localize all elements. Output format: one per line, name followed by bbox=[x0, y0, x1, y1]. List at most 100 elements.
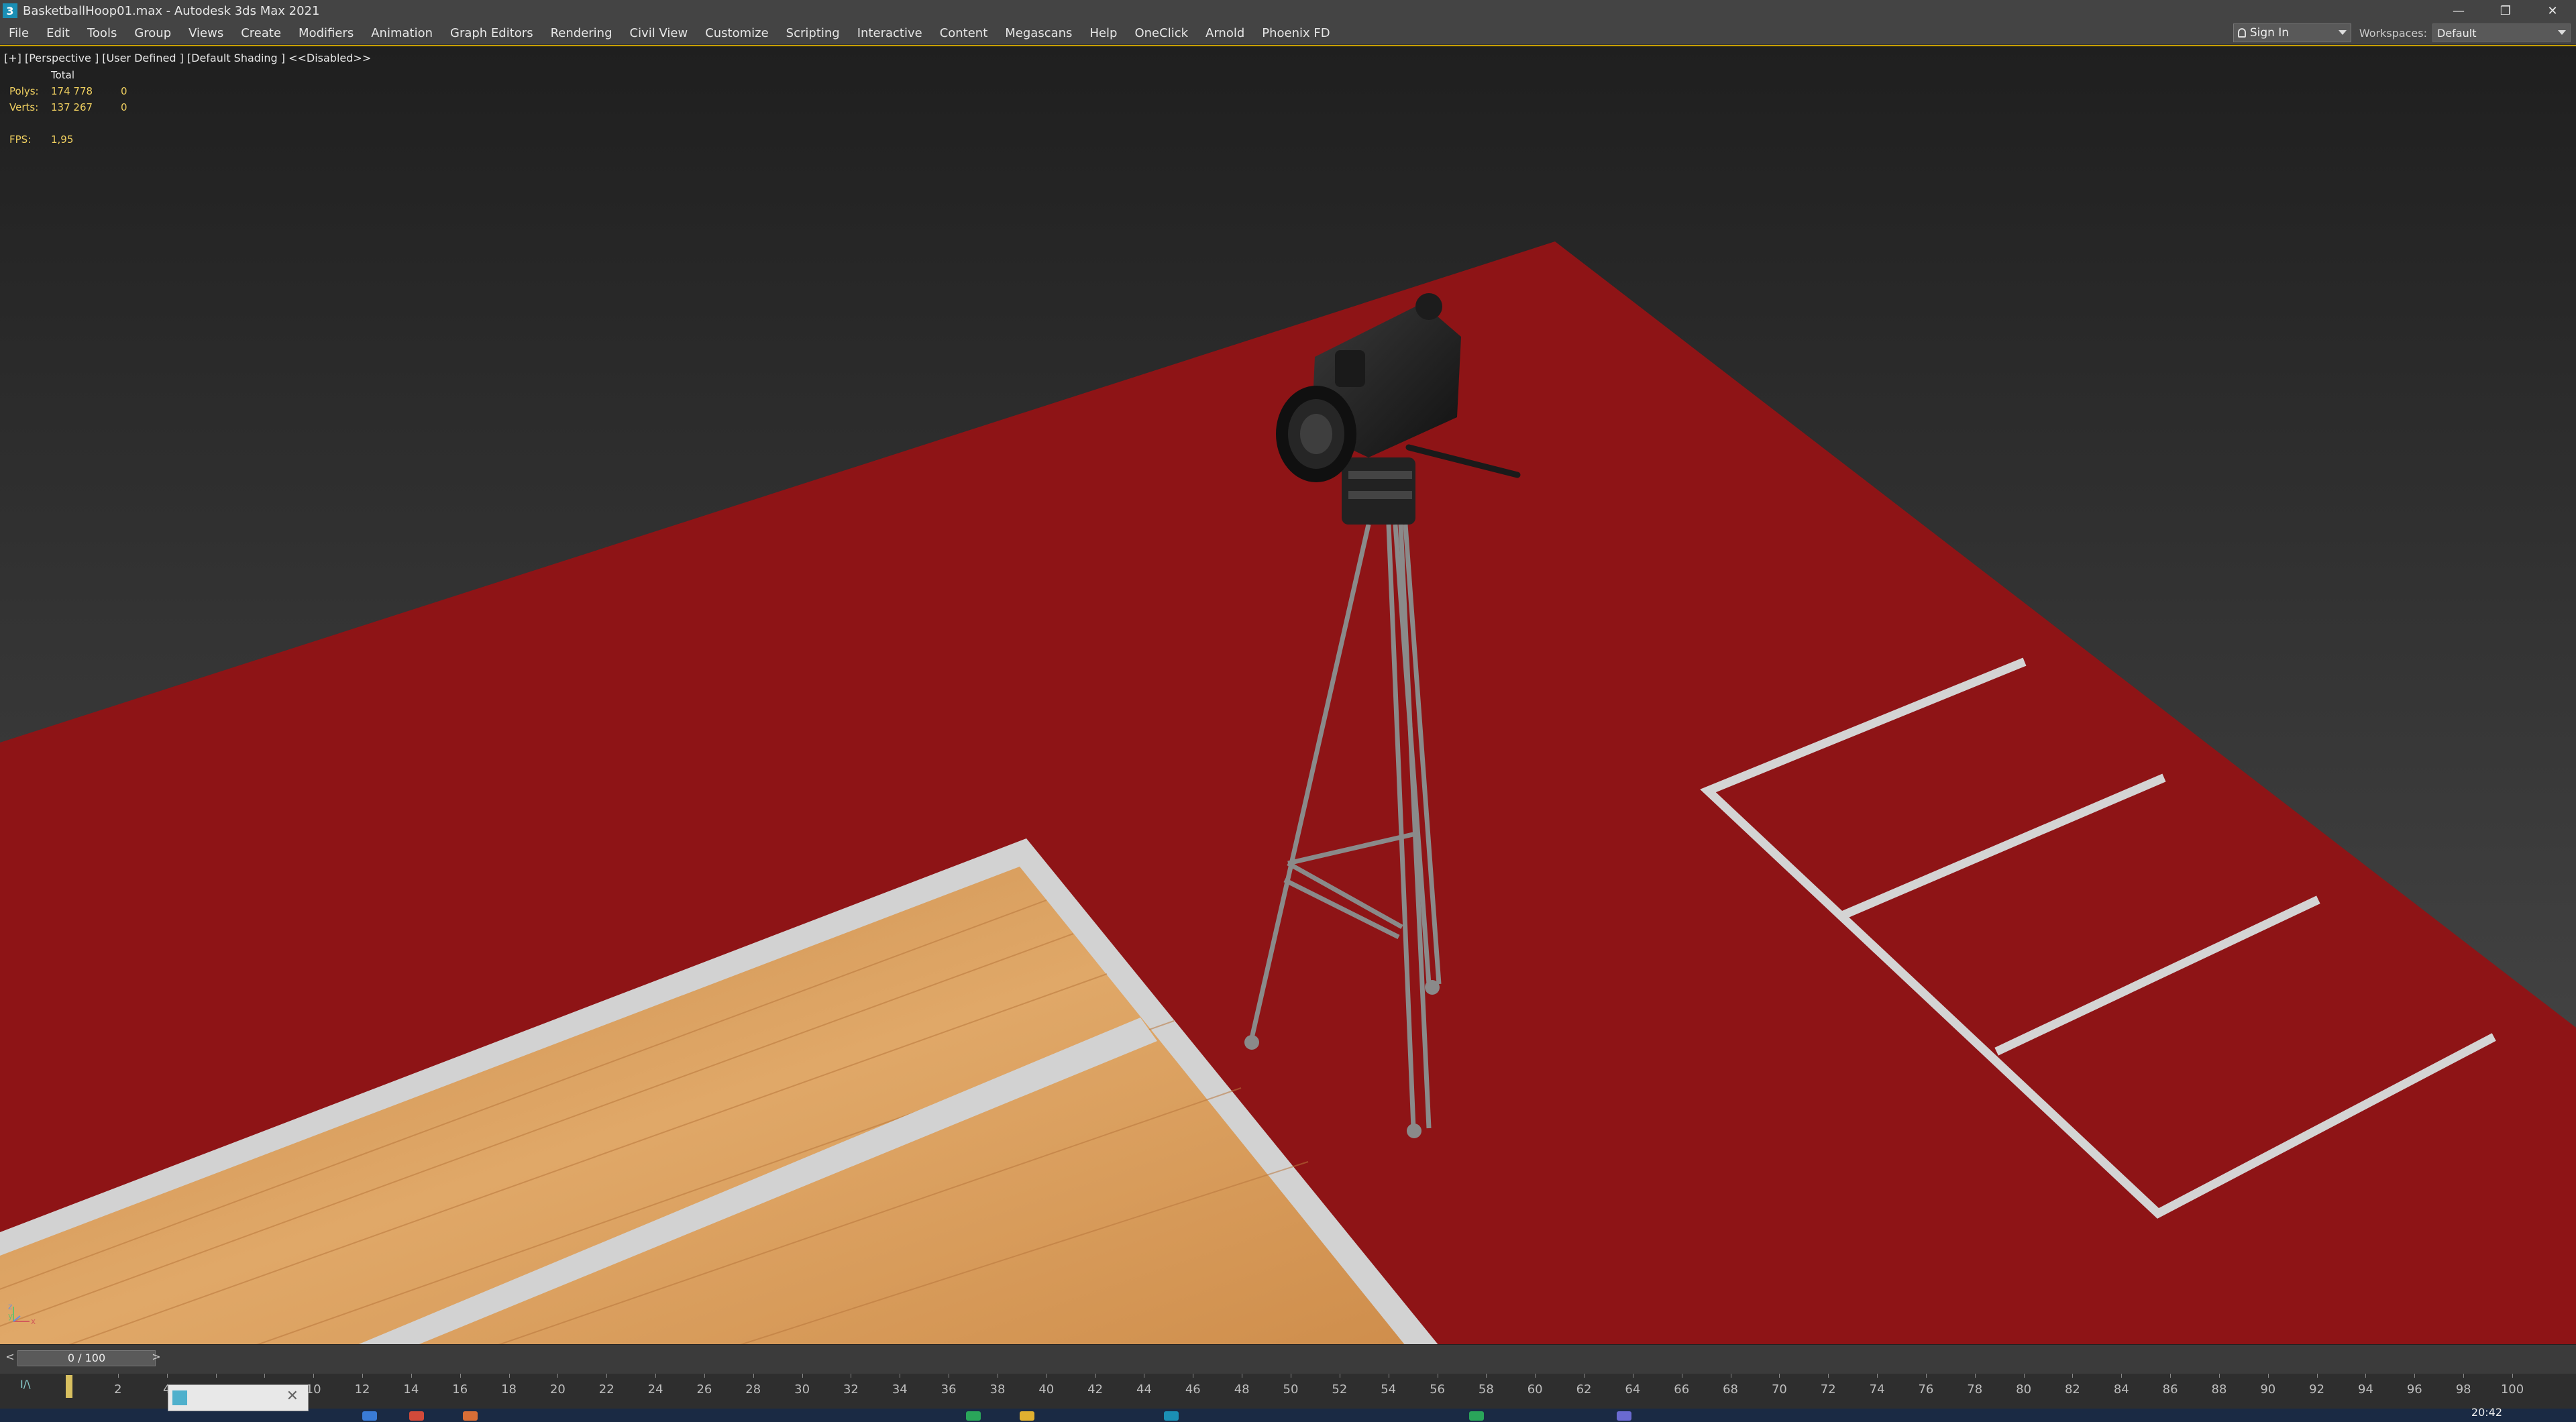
menu-file[interactable]: File bbox=[0, 26, 38, 40]
timeline-tick bbox=[1877, 1374, 1878, 1378]
stats-header: Total bbox=[51, 69, 75, 81]
menu-animation[interactable]: Animation bbox=[362, 26, 441, 40]
menu-group[interactable]: Group bbox=[125, 26, 180, 40]
timeline-tick bbox=[557, 1374, 559, 1378]
time-cursor[interactable] bbox=[66, 1375, 72, 1398]
app-thumbnail-icon bbox=[172, 1390, 187, 1405]
timeline-tick bbox=[2121, 1374, 2123, 1378]
timeline-tick-label: 92 bbox=[2309, 1382, 2325, 1397]
menu-modifiers[interactable]: Modifiers bbox=[290, 26, 362, 40]
taskbar-app-icon[interactable] bbox=[1020, 1411, 1034, 1421]
timeline-tick-label: 30 bbox=[794, 1382, 810, 1397]
sign-in-dropdown[interactable]: Sign In bbox=[2233, 23, 2351, 42]
menu-scripting[interactable]: Scripting bbox=[777, 26, 849, 40]
time-slider[interactable]: 0 / 100 bbox=[17, 1350, 156, 1366]
key-mode-toggle[interactable]: I/\ bbox=[20, 1378, 31, 1390]
timeline-tick bbox=[1974, 1374, 1976, 1378]
scene-render[interactable] bbox=[0, 46, 2576, 1344]
menu-phoenix-fd[interactable]: Phoenix FD bbox=[1253, 26, 1338, 40]
timeline-tick bbox=[362, 1374, 364, 1378]
timeline-tick bbox=[215, 1374, 217, 1378]
timeline-tick-label: 96 bbox=[2406, 1382, 2422, 1397]
menu-bar: File Edit Tools Group Views Create Modif… bbox=[0, 21, 2576, 45]
menu-rendering[interactable]: Rendering bbox=[542, 26, 621, 40]
perspective-viewport[interactable]: [+] [Perspective ] [User Defined ] [Defa… bbox=[0, 45, 2576, 1344]
timeline-tick-label: 84 bbox=[2113, 1382, 2129, 1397]
restore-button[interactable]: ❐ bbox=[2482, 0, 2529, 21]
timeline-tick-label: 20 bbox=[549, 1382, 566, 1397]
timeline-tick-label: 24 bbox=[647, 1382, 663, 1397]
timeline-tick-label: 42 bbox=[1087, 1382, 1104, 1397]
menu-tools[interactable]: Tools bbox=[78, 26, 125, 40]
menu-customize[interactable]: Customize bbox=[696, 26, 777, 40]
menu-edit[interactable]: Edit bbox=[38, 26, 78, 40]
timeline-tick bbox=[460, 1374, 461, 1378]
timeline-tick-label: 56 bbox=[1430, 1382, 1445, 1397]
taskbar-app-icon[interactable] bbox=[1469, 1411, 1484, 1421]
taskbar-preview[interactable]: ✕ bbox=[168, 1384, 309, 1411]
timeline-tick-label: 48 bbox=[1234, 1382, 1250, 1397]
timeline-tick-label: 98 bbox=[2455, 1382, 2471, 1397]
timeline-tick-label: 52 bbox=[1332, 1382, 1348, 1397]
fps-value: 1,95 bbox=[51, 133, 74, 146]
menu-graph-editors[interactable]: Graph Editors bbox=[441, 26, 542, 40]
taskbar-3dsmax-icon[interactable] bbox=[1164, 1411, 1179, 1421]
minimize-button[interactable]: — bbox=[2435, 0, 2482, 21]
timeline-tick bbox=[1046, 1374, 1047, 1378]
app-logo-icon[interactable]: 3 bbox=[3, 3, 17, 18]
timeline-tick-label: 74 bbox=[1869, 1382, 1885, 1397]
time-slider-bar: < 0 / 100 > bbox=[0, 1344, 2576, 1374]
polys-label: Polys: bbox=[9, 85, 39, 97]
next-frame-button[interactable]: > bbox=[150, 1350, 162, 1365]
axis-z-label: z bbox=[8, 1302, 12, 1311]
taskbar-app-icon[interactable] bbox=[1617, 1411, 1631, 1421]
menu-content[interactable]: Content bbox=[931, 26, 997, 40]
timeline-tick bbox=[1486, 1374, 1487, 1378]
timeline-tick bbox=[753, 1374, 754, 1378]
timeline-tick bbox=[1095, 1374, 1096, 1378]
timeline-tick bbox=[2414, 1374, 2416, 1378]
verts-label: Verts: bbox=[9, 101, 39, 113]
stats-verts-row: Verts: 137 267 0 bbox=[9, 101, 127, 113]
timeline-tick bbox=[704, 1374, 705, 1378]
menu-oneclick[interactable]: OneClick bbox=[1126, 26, 1197, 40]
timeline-tick bbox=[2218, 1374, 2220, 1378]
close-icon[interactable]: ✕ bbox=[286, 1388, 299, 1405]
workspace-select[interactable]: Default bbox=[2432, 23, 2571, 42]
timeline-tick bbox=[655, 1374, 657, 1378]
timeline-tick bbox=[2316, 1374, 2318, 1378]
axis-gizmo: z y x bbox=[8, 1302, 36, 1326]
chevron-down-icon bbox=[2338, 30, 2347, 35]
timeline-tick-label: 34 bbox=[892, 1382, 908, 1397]
timeline-tick bbox=[1925, 1374, 1927, 1378]
menu-arnold[interactable]: Arnold bbox=[1197, 26, 1253, 40]
track-bar[interactable]: 2468101214161820222426283032343638404244… bbox=[0, 1374, 2576, 1409]
timeline-tick bbox=[1779, 1374, 1780, 1378]
menu-civil-view[interactable]: Civil View bbox=[621, 26, 697, 40]
menu-interactive[interactable]: Interactive bbox=[849, 26, 931, 40]
taskbar-app-icon[interactable] bbox=[966, 1411, 981, 1421]
prev-frame-button[interactable]: < bbox=[4, 1350, 16, 1365]
timeline-tick-label: 32 bbox=[843, 1382, 859, 1397]
timeline-tick bbox=[2365, 1374, 2367, 1378]
timeline-tick bbox=[2512, 1374, 2513, 1378]
taskbar-app-icon[interactable] bbox=[463, 1411, 478, 1421]
timeline-tick-label: 78 bbox=[1967, 1382, 1983, 1397]
taskbar-app-icon[interactable] bbox=[409, 1411, 424, 1421]
timeline-tick-label: 100 bbox=[2500, 1382, 2524, 1397]
taskbar-app-icon[interactable] bbox=[362, 1411, 377, 1421]
menu-megascans[interactable]: Megascans bbox=[996, 26, 1081, 40]
timeline-tick-label: 68 bbox=[1723, 1382, 1738, 1397]
timeline-tick bbox=[117, 1374, 119, 1378]
timeline-tick-label: 70 bbox=[1771, 1382, 1787, 1397]
polys-total: 174 778 bbox=[51, 85, 93, 97]
timeline-tick bbox=[606, 1374, 608, 1378]
menu-help[interactable]: Help bbox=[1081, 26, 1126, 40]
close-button[interactable]: ✕ bbox=[2529, 0, 2576, 21]
timeline-tick bbox=[2023, 1374, 2025, 1378]
viewport-label[interactable]: [+] [Perspective ] [User Defined ] [Defa… bbox=[4, 52, 371, 64]
menu-create[interactable]: Create bbox=[232, 26, 290, 40]
menu-views[interactable]: Views bbox=[180, 26, 232, 40]
timeline-tick bbox=[802, 1374, 803, 1378]
timeline-tick-label: 54 bbox=[1381, 1382, 1397, 1397]
